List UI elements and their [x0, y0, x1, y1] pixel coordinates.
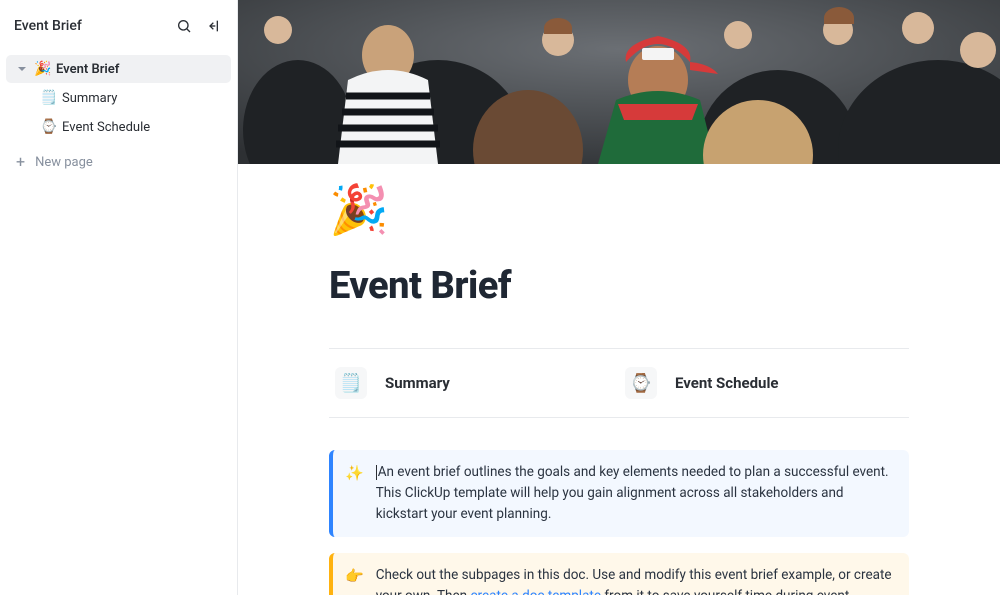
- nav-item-label: Summary: [62, 91, 117, 106]
- callout-text: An event brief outlines the goals and ke…: [376, 462, 895, 525]
- notepad-icon: 🗒️: [40, 91, 56, 105]
- page-icon[interactable]: 🎉: [329, 186, 909, 234]
- nav-item-label: Event Schedule: [62, 120, 150, 135]
- card-label: Event Schedule: [675, 374, 779, 392]
- nav-item-event-schedule[interactable]: ⌚ Event Schedule: [6, 113, 231, 141]
- callout-text: Check out the subpages in this doc. Use …: [376, 565, 895, 595]
- nav-item-summary[interactable]: 🗒️ Summary: [6, 84, 231, 112]
- sidebar: Event Brief 🎉 Event Brief 🗒️ Summ: [0, 0, 238, 595]
- nav-item-label: Event Brief: [56, 62, 119, 77]
- watch-icon: ⌚: [625, 367, 657, 399]
- page-tree: 🎉 Event Brief 🗒️ Summary ⌚ Event Schedul…: [0, 52, 237, 595]
- nav-item-event-brief[interactable]: 🎉 Event Brief: [6, 55, 231, 83]
- pointing-right-icon: 👉: [345, 565, 364, 595]
- party-popper-icon: 🎉: [34, 62, 50, 76]
- cover-image[interactable]: [238, 0, 1000, 164]
- subpage-cards: 🗒️ Summary ⌚ Event Schedule: [329, 348, 909, 418]
- chevron-down-icon[interactable]: [16, 63, 28, 75]
- search-icon[interactable]: [175, 17, 193, 35]
- new-page-button[interactable]: + New page: [0, 147, 237, 177]
- page-content: 🎉 Event Brief 🗒️ Summary ⌚ Event Schedul…: [289, 164, 949, 595]
- sidebar-header: Event Brief: [0, 0, 237, 52]
- page-title[interactable]: Event Brief: [329, 264, 909, 308]
- create-doc-template-link[interactable]: create a doc template: [470, 588, 601, 595]
- plus-icon: +: [16, 154, 25, 170]
- watch-icon: ⌚: [40, 120, 56, 134]
- collapse-sidebar-icon[interactable]: [205, 17, 223, 35]
- card-summary[interactable]: 🗒️ Summary: [329, 349, 619, 417]
- callout-tip[interactable]: 👉 Check out the subpages in this doc. Us…: [329, 553, 909, 595]
- new-page-label: New page: [35, 155, 93, 170]
- sparkles-icon: ✨: [345, 462, 364, 525]
- callout-info[interactable]: ✨ An event brief outlines the goals and …: [329, 450, 909, 537]
- sidebar-header-actions: [175, 17, 223, 35]
- card-event-schedule[interactable]: ⌚ Event Schedule: [619, 349, 909, 417]
- main: 🎉 Event Brief 🗒️ Summary ⌚ Event Schedul…: [238, 0, 1000, 595]
- sidebar-title: Event Brief: [14, 18, 82, 34]
- notepad-icon: 🗒️: [335, 367, 367, 399]
- card-label: Summary: [385, 374, 450, 392]
- text-cursor: [376, 465, 377, 480]
